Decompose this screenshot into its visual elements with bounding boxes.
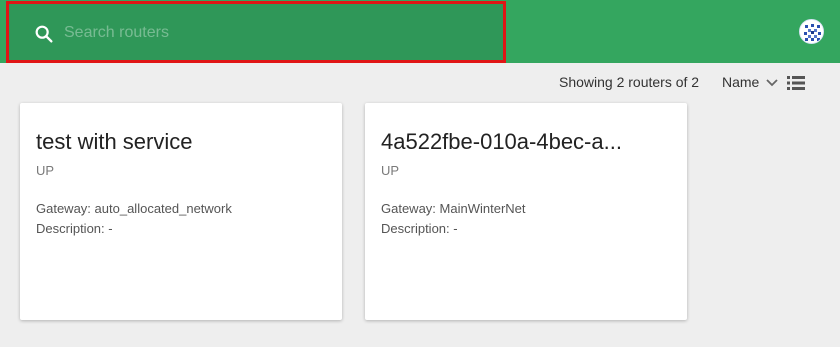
user-avatar[interactable] <box>799 19 824 44</box>
search-icon <box>35 25 53 43</box>
gateway-value: auto_allocated_network <box>94 201 232 216</box>
list-view-icon[interactable] <box>787 75 805 91</box>
router-card[interactable]: test with service UP Gateway: auto_alloc… <box>20 103 342 320</box>
description-value: - <box>453 221 458 236</box>
router-gateway: Gateway: MainWinterNet <box>381 201 526 216</box>
gateway-label: Gateway: <box>381 201 436 216</box>
description-label: Description: <box>381 221 450 236</box>
router-description: Description: - <box>36 221 113 236</box>
router-gateway: Gateway: auto_allocated_network <box>36 201 232 216</box>
router-status: UP <box>36 163 55 178</box>
router-name[interactable]: 4a522fbe-010a-4bec-a... <box>381 129 673 155</box>
search-bar[interactable] <box>6 1 506 63</box>
app-header <box>0 0 840 63</box>
search-input[interactable] <box>64 19 484 47</box>
chevron-down-icon <box>766 78 778 86</box>
sort-dropdown[interactable]: Name <box>722 74 779 90</box>
router-status: UP <box>381 163 400 178</box>
router-description: Description: - <box>381 221 458 236</box>
gateway-value: MainWinterNet <box>439 201 526 216</box>
gateway-label: Gateway: <box>36 201 91 216</box>
sort-label: Name <box>722 74 760 90</box>
router-name[interactable]: test with service <box>36 129 328 155</box>
results-count: Showing 2 routers of 2 <box>559 74 700 90</box>
avatar-pattern-icon <box>800 20 823 43</box>
router-card[interactable]: 4a522fbe-010a-4bec-a... UP Gateway: Main… <box>365 103 687 320</box>
description-value: - <box>108 221 113 236</box>
description-label: Description: <box>36 221 105 236</box>
